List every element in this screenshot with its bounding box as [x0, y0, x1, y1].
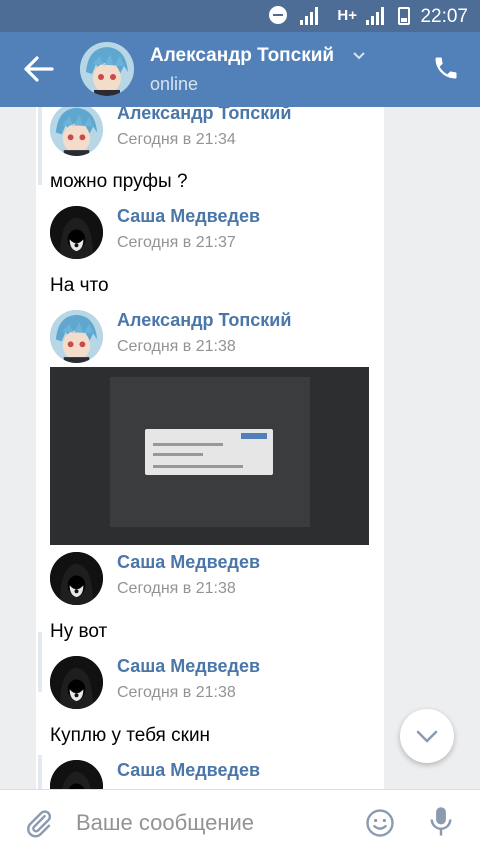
signal-icon-2	[366, 7, 384, 25]
message-text: На что	[50, 275, 109, 296]
network-type: H+	[337, 7, 357, 24]
contact-avatar[interactable]	[80, 42, 134, 96]
microphone-icon[interactable]	[428, 806, 454, 838]
chevron-down-icon[interactable]	[352, 49, 366, 63]
message-text: Куплю у тебя скин	[50, 725, 211, 746]
message-time: Сегодня в 21:38	[117, 338, 236, 355]
message-author[interactable]: Саша Медведев	[117, 206, 260, 227]
battery-icon	[398, 7, 410, 25]
forward-bar	[38, 632, 42, 692]
message-text: Ну вот	[50, 621, 108, 642]
phone-icon[interactable]	[432, 54, 460, 82]
message-list[interactable]: Александр Топский Сегодня в 21:34 можно …	[0, 107, 480, 789]
message-time: Сегодня в 21:38	[117, 580, 236, 597]
message-author[interactable]: Александр Топский	[117, 107, 291, 124]
clock: 22:07	[420, 6, 468, 27]
message-author[interactable]: Саша Медведев	[117, 656, 260, 677]
status-bar: H+ 22:07	[0, 0, 480, 32]
message-time: Сегодня в 21:37	[117, 234, 236, 251]
forward-bar	[38, 107, 42, 185]
anime-avatar[interactable]	[50, 310, 103, 363]
chat-header: Александр Топский online	[0, 32, 480, 107]
contact-status: online	[150, 74, 199, 94]
back-arrow-icon[interactable]	[22, 54, 56, 84]
forward-bar	[38, 755, 42, 789]
do-not-disturb-icon	[269, 6, 287, 24]
message-input[interactable]: Ваше сообщение	[76, 810, 254, 836]
message-time: Сегодня в 21:38	[117, 684, 236, 701]
message-text: можно пруфы ?	[50, 171, 188, 192]
signal-icon	[300, 7, 318, 25]
photo-attachment[interactable]	[50, 367, 369, 545]
message-input-bar: Ваше сообщение	[0, 789, 480, 854]
emoji-icon[interactable]	[365, 808, 395, 838]
scroll-down-button[interactable]	[400, 709, 454, 763]
hooded-avatar[interactable]	[50, 552, 103, 605]
message-author[interactable]: Александр Топский	[117, 310, 291, 331]
message-author[interactable]: Саша Медведев	[117, 552, 260, 573]
scroll-down-icon	[416, 730, 438, 743]
hooded-avatar[interactable]	[50, 656, 103, 709]
message-time: Сегодня в 21:34	[117, 131, 236, 148]
message-author[interactable]: Саша Медведев	[117, 760, 260, 781]
paperclip-icon[interactable]	[24, 808, 54, 838]
hooded-avatar[interactable]	[50, 206, 103, 259]
contact-name[interactable]: Александр Топский	[150, 45, 334, 67]
